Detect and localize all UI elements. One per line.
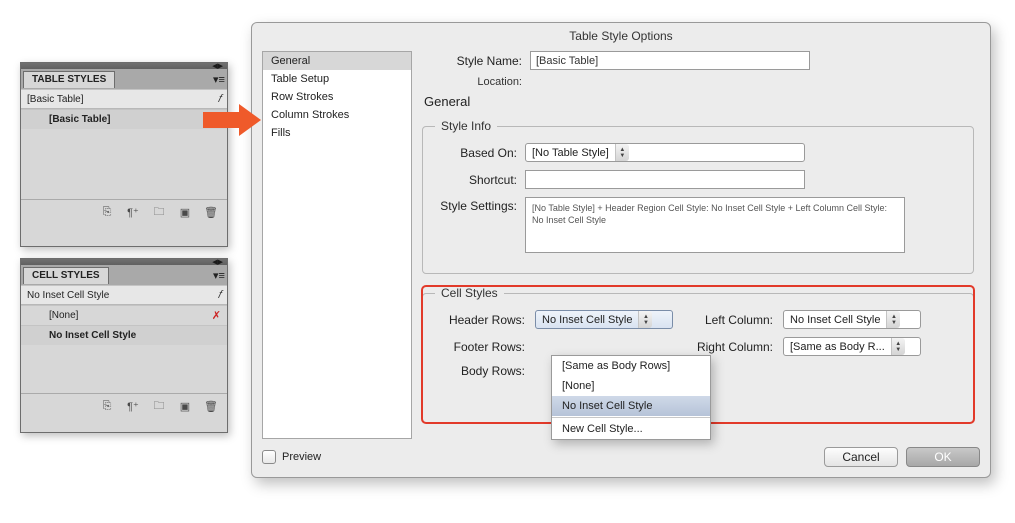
dialog-title: Table Style Options [252, 23, 990, 51]
style-list-header[interactable]: No Inset Cell Style 𝑓 [21, 285, 227, 305]
style-item-label: [Basic Table] [49, 114, 111, 125]
style-item-label: No Inset Cell Style [49, 330, 136, 341]
new-folder-icon[interactable]: 🗀 [151, 206, 167, 220]
tab-table-styles[interactable]: TABLE STYLES [23, 71, 115, 88]
dialog-bottom-bar: Preview Cancel OK [262, 447, 980, 467]
folder-in-icon[interactable]: ⎘ [99, 400, 115, 414]
panel-footer: ⎘ ¶⁺ 🗀 ▣ 🗑 [21, 393, 227, 419]
preview-label: Preview [282, 451, 321, 463]
based-on-label: Based On: [435, 146, 525, 160]
panel-tabs: TABLE STYLES ▾≡ [21, 69, 227, 89]
sidebar-item-row-strokes[interactable]: Row Strokes [263, 88, 411, 106]
based-on-value: [No Table Style] [526, 147, 615, 159]
tab-cell-styles[interactable]: CELL STYLES [23, 267, 109, 284]
shortcut-input[interactable] [525, 170, 805, 189]
style-name-input[interactable] [530, 51, 810, 70]
panel-tabs: CELL STYLES ▾≡ [21, 265, 227, 285]
body-rows-label: Body Rows: [435, 364, 525, 378]
new-style-icon[interactable]: ▣ [177, 206, 193, 220]
preview-checkbox[interactable] [262, 450, 276, 464]
panel-table-styles: ◀▶ TABLE STYLES ▾≡ [Basic Table] 𝑓 [Basi… [20, 62, 228, 247]
style-list-header[interactable]: [Basic Table] 𝑓 [21, 89, 227, 109]
right-column-label: Right Column: [685, 340, 773, 354]
ok-button[interactable]: OK [906, 447, 980, 467]
quick-apply-icon[interactable]: 𝑓 [218, 289, 221, 302]
location-label: Location: [420, 76, 530, 88]
sidebar-item-column-strokes[interactable]: Column Strokes [263, 106, 411, 124]
panel-cell-styles: ◀▶ CELL STYLES ▾≡ No Inset Cell Style 𝑓 … [20, 258, 228, 433]
sidebar-item-table-setup[interactable]: Table Setup [263, 70, 411, 88]
trash-icon[interactable]: 🗑 [203, 400, 219, 414]
left-column-select[interactable]: No Inset Cell Style ▲▼ [783, 310, 921, 329]
clear-override-icon[interactable]: ¶⁺ [125, 206, 141, 220]
based-on-select[interactable]: [No Table Style] ▲▼ [525, 143, 805, 162]
sidebar-item-general[interactable]: General [263, 52, 411, 70]
header-rows-value: No Inset Cell Style [536, 314, 638, 326]
left-column-value: No Inset Cell Style [784, 314, 886, 326]
style-name-label: Style Name: [420, 54, 530, 68]
new-folder-icon[interactable]: 🗀 [151, 400, 167, 414]
header-rows-dropdown-menu: [Same as Body Rows] [None] No Inset Cell… [551, 355, 711, 440]
panel-body: [Basic Table] 𝑓 [Basic Table] [21, 89, 227, 199]
callout-arrow-icon [203, 104, 263, 136]
dialog-sidebar: General Table Setup Row Strokes Column S… [262, 51, 412, 439]
footer-rows-label: Footer Rows: [435, 340, 525, 354]
trash-icon[interactable]: 🗑 [203, 206, 219, 220]
flyout-menu-icon[interactable]: ▾≡ [211, 269, 227, 282]
new-style-icon[interactable]: ▣ [177, 400, 193, 414]
dropdown-stepper-icon: ▲▼ [638, 311, 652, 328]
header-style-name: [Basic Table] [27, 94, 84, 105]
right-column-select[interactable]: [Same as Body R... ▲▼ [783, 337, 921, 356]
style-list-item[interactable]: [Basic Table] [21, 109, 227, 129]
style-list-item[interactable]: No Inset Cell Style [21, 325, 227, 345]
flyout-menu-icon[interactable]: ▾≡ [211, 73, 227, 86]
dropdown-stepper-icon: ▲▼ [886, 311, 900, 328]
group-style-info: Style Info Based On: [No Table Style] ▲▼… [422, 119, 974, 274]
none-marker-icon: ✗ [212, 309, 221, 322]
header-style-name: No Inset Cell Style [27, 290, 109, 301]
dropdown-stepper-icon: ▲▼ [891, 338, 905, 355]
style-list-item-none[interactable]: [None] ✗ [21, 305, 227, 325]
sidebar-item-fills[interactable]: Fills [263, 124, 411, 142]
clear-override-icon[interactable]: ¶⁺ [125, 400, 141, 414]
panel-body: No Inset Cell Style 𝑓 [None] ✗ No Inset … [21, 285, 227, 393]
dropdown-stepper-icon: ▲▼ [615, 144, 629, 161]
right-column-value: [Same as Body R... [784, 341, 891, 353]
dropdown-item-selected[interactable]: No Inset Cell Style [552, 396, 710, 416]
left-column-label: Left Column: [685, 313, 773, 327]
cell-styles-legend: Cell Styles [435, 286, 504, 300]
shortcut-label: Shortcut: [435, 173, 525, 187]
style-info-legend: Style Info [435, 119, 497, 133]
section-heading: General [424, 94, 976, 109]
style-item-label: [None] [49, 310, 78, 321]
cancel-button[interactable]: Cancel [824, 447, 898, 467]
header-rows-select[interactable]: No Inset Cell Style ▲▼ [535, 310, 673, 329]
dropdown-item[interactable]: [Same as Body Rows] [552, 356, 710, 376]
style-settings-box: [No Table Style] + Header Region Cell St… [525, 197, 905, 253]
dropdown-separator [552, 417, 710, 418]
panel-footer: ⎘ ¶⁺ 🗀 ▣ 🗑 [21, 199, 227, 225]
dropdown-item-new[interactable]: New Cell Style... [552, 419, 710, 439]
header-rows-label: Header Rows: [435, 313, 525, 327]
style-settings-label: Style Settings: [435, 197, 525, 213]
dropdown-item[interactable]: [None] [552, 376, 710, 396]
folder-in-icon[interactable]: ⎘ [99, 206, 115, 220]
